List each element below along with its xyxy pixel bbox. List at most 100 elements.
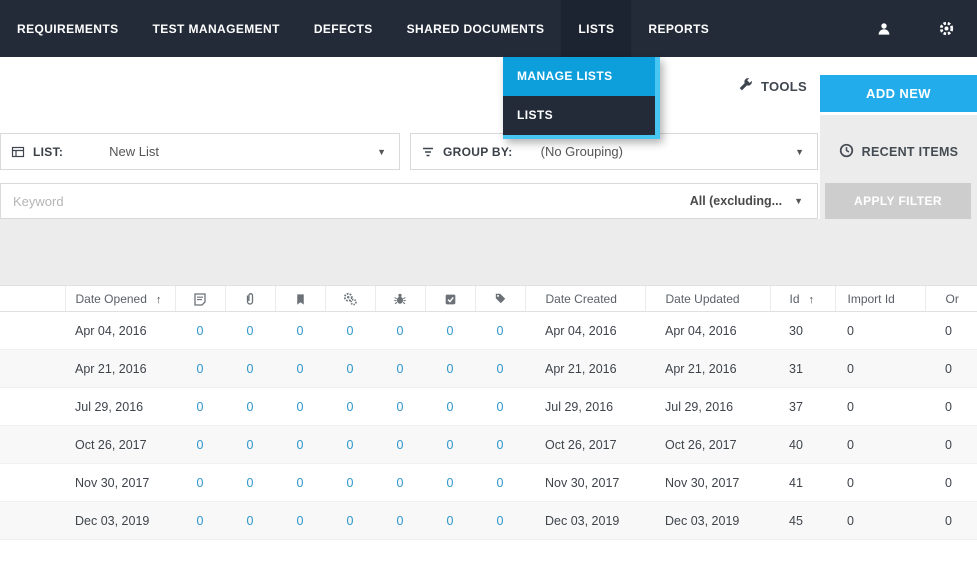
count-link[interactable]: 0 (197, 324, 204, 338)
filters-region: RECENT ITEMS APPLY FILTER LIST: New List… (0, 115, 977, 285)
header-import-id[interactable]: Import Id (834, 285, 925, 312)
menu-item-manage-lists[interactable]: MANAGE LISTS (503, 57, 655, 96)
recent-items-button[interactable]: RECENT ITEMS (820, 133, 977, 170)
count-link[interactable]: 0 (297, 514, 304, 528)
date-opened-cell: Oct 26, 2017 (65, 425, 175, 464)
count-link[interactable]: 0 (447, 324, 454, 338)
count-link[interactable]: 0 (247, 514, 254, 528)
count-link[interactable]: 0 (497, 400, 504, 414)
nav-item-requirements[interactable]: REQUIREMENTS (0, 0, 135, 57)
apply-filter-button[interactable]: APPLY FILTER (825, 183, 971, 219)
group-by-label: GROUP BY: (443, 144, 513, 159)
count-cell: 0 (275, 501, 325, 540)
header-attachments[interactable] (224, 285, 275, 312)
scope-dropdown[interactable]: All (excluding... ▼ (690, 194, 803, 208)
count-link[interactable]: 0 (447, 400, 454, 414)
user-icon[interactable] (876, 21, 892, 37)
sort-asc-icon: ↑ (808, 293, 815, 306)
count-cell: 0 (325, 501, 375, 540)
tools-button[interactable]: TOOLS (738, 57, 807, 115)
header-id[interactable]: Id ↑ (769, 285, 835, 312)
count-link[interactable]: 0 (297, 476, 304, 490)
page: REQUIREMENTS TEST MANAGEMENT DEFECTS SHA… (0, 0, 977, 576)
count-link[interactable]: 0 (197, 400, 204, 414)
count-cell: 0 (475, 425, 525, 464)
count-link[interactable]: 0 (397, 400, 404, 414)
header-date-opened[interactable]: Date Opened ↑ (64, 285, 175, 312)
id-cell: 37 (770, 387, 835, 426)
header-date-created[interactable]: Date Created (524, 285, 645, 312)
id-cell: 30 (770, 311, 835, 350)
count-link[interactable]: 0 (397, 324, 404, 338)
header-or[interactable]: Or (924, 285, 977, 312)
chevron-down-icon: ▼ (795, 146, 804, 157)
count-cell: 0 (375, 501, 425, 540)
count-cell: 0 (325, 425, 375, 464)
top-nav: REQUIREMENTS TEST MANAGEMENT DEFECTS SHA… (0, 0, 977, 57)
menu-item-lists[interactable]: LISTS (503, 96, 655, 135)
header-tags[interactable] (474, 285, 525, 312)
keyword-input[interactable] (1, 184, 690, 218)
nav-item-defects[interactable]: DEFECTS (297, 0, 390, 57)
id-cell: 41 (770, 463, 835, 502)
count-link[interactable]: 0 (247, 476, 254, 490)
header-defects[interactable] (374, 285, 425, 312)
count-link[interactable]: 0 (447, 514, 454, 528)
header-bookmarks[interactable] (274, 285, 325, 312)
count-link[interactable]: 0 (297, 362, 304, 376)
nav-item-shared-documents[interactable]: SHARED DOCUMENTS (390, 0, 562, 57)
header-date-updated[interactable]: Date Updated (644, 285, 770, 312)
count-link[interactable]: 0 (497, 514, 504, 528)
bookmark-icon (294, 291, 307, 305)
date-updated-cell: Dec 03, 2019 (645, 501, 770, 540)
count-link[interactable]: 0 (297, 400, 304, 414)
count-link[interactable]: 0 (347, 362, 354, 376)
nav-item-test-management[interactable]: TEST MANAGEMENT (135, 0, 296, 57)
count-link[interactable]: 0 (297, 438, 304, 452)
count-link[interactable]: 0 (497, 438, 504, 452)
header-tasks[interactable] (424, 285, 475, 312)
count-link[interactable]: 0 (247, 362, 254, 376)
count-link[interactable]: 0 (447, 476, 454, 490)
list-dropdown[interactable]: LIST: New List ▼ (0, 133, 400, 170)
count-link[interactable]: 0 (347, 476, 354, 490)
add-new-button[interactable]: ADD NEW (820, 75, 977, 112)
count-link[interactable]: 0 (297, 324, 304, 338)
count-link[interactable]: 0 (197, 476, 204, 490)
header-notes[interactable] (174, 285, 225, 312)
count-cell: 0 (475, 349, 525, 388)
count-cell: 0 (275, 311, 325, 350)
count-link[interactable]: 0 (497, 362, 504, 376)
count-link[interactable]: 0 (397, 362, 404, 376)
count-cell: 0 (375, 425, 425, 464)
date-opened-cell: Apr 04, 2016 (65, 311, 175, 350)
count-cell: 0 (175, 387, 225, 426)
nav-item-reports[interactable]: REPORTS (631, 0, 726, 57)
count-link[interactable]: 0 (197, 438, 204, 452)
id-cell: 31 (770, 349, 835, 388)
count-link[interactable]: 0 (247, 400, 254, 414)
table-row: Jul 29, 2016 0 0 0 0 0 0 0 Jul 29, 2016 Jul 29, 2… (0, 387, 977, 426)
clock-icon (839, 143, 854, 161)
table-row: Apr 21, 2016 0 0 0 0 0 0 0 Apr 21, 2016 Apr 21, 2… (0, 349, 977, 388)
count-link[interactable]: 0 (397, 514, 404, 528)
count-link[interactable]: 0 (397, 438, 404, 452)
count-link[interactable]: 0 (197, 362, 204, 376)
count-cell: 0 (425, 349, 475, 388)
count-link[interactable]: 0 (347, 324, 354, 338)
count-link[interactable]: 0 (247, 438, 254, 452)
header-automation[interactable] (324, 285, 375, 312)
count-link[interactable]: 0 (197, 514, 204, 528)
count-link[interactable]: 0 (447, 438, 454, 452)
gear-icon[interactable] (938, 20, 955, 37)
count-link[interactable]: 0 (347, 438, 354, 452)
count-link[interactable]: 0 (497, 324, 504, 338)
count-link[interactable]: 0 (497, 476, 504, 490)
count-link[interactable]: 0 (347, 400, 354, 414)
count-link[interactable]: 0 (247, 324, 254, 338)
count-link[interactable]: 0 (447, 362, 454, 376)
count-link[interactable]: 0 (397, 476, 404, 490)
count-link[interactable]: 0 (347, 514, 354, 528)
nav-item-lists[interactable]: LISTS (561, 0, 632, 57)
count-cell: 0 (175, 311, 225, 350)
